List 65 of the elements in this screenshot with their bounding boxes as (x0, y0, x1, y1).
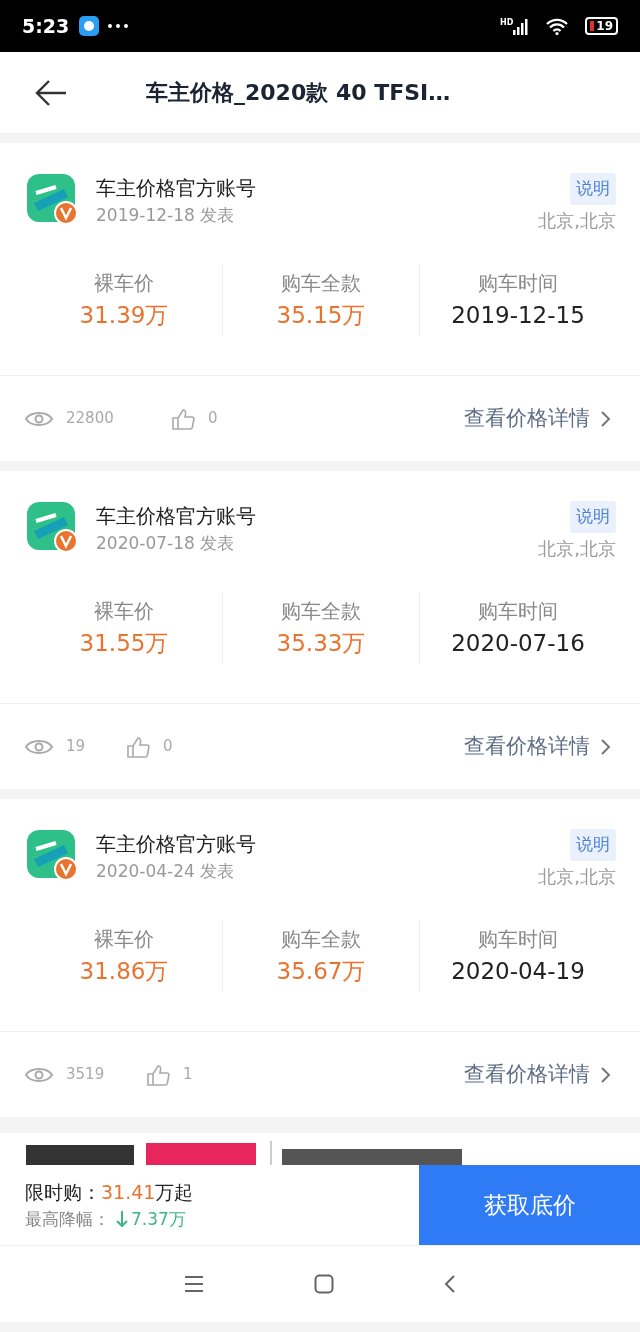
avatar-logo-icon (26, 501, 78, 553)
chevron-right-icon (600, 409, 612, 428)
page-title: 车主价格_2020款 40 TFSI… (146, 79, 451, 107)
stat-value: 31.39万 (78, 300, 170, 330)
stat-label: 购车时间 (477, 925, 559, 953)
stat-value: 35.33万 (275, 628, 367, 658)
view-count: 3519 (66, 1064, 106, 1086)
stat-label: 裸车价 (93, 597, 155, 625)
down-arrow-icon (116, 1210, 128, 1229)
chevron-right-icon (600, 737, 612, 756)
wifi-icon (545, 17, 570, 35)
stat-label: 购车时间 (477, 597, 559, 625)
price-details-link[interactable]: 查看价格详情 (464, 1058, 612, 1091)
location-text: 北京,北京 (538, 864, 616, 889)
author-name: 车主价格官方账号 (96, 175, 256, 202)
stat-value: 35.67万 (275, 956, 367, 986)
post-date: 2019-12-18 发表 (96, 204, 236, 227)
stat-value: 2019-12-15 (450, 300, 586, 330)
location-text: 北京,北京 (538, 208, 616, 233)
post-date: 2020-07-18 发表 (96, 532, 236, 555)
network-label: HD (499, 17, 514, 29)
like-count: 0 (163, 736, 173, 758)
limited-offer-text: 限时购：31.41万起 (25, 1180, 194, 1205)
back-nav-icon[interactable] (444, 1274, 456, 1294)
post-date: 2020-04-24 发表 (96, 860, 236, 883)
info-tag[interactable]: 说明 (570, 501, 616, 533)
lowest-price-button[interactable]: 获取底价 (419, 1165, 640, 1245)
price-details-link[interactable]: 查看价格详情 (464, 730, 612, 763)
max-drop-value: 7.37万 (131, 1207, 186, 1231)
max-drop-label: 最高降幅： (25, 1207, 110, 1231)
author-name: 车主价格官方账号 (96, 831, 256, 858)
location-text: 北京,北京 (538, 536, 616, 561)
stat-label: 裸车价 (93, 269, 155, 297)
more-icon (107, 23, 130, 29)
stat-label: 购车全款 (280, 925, 362, 953)
like-count: 0 (208, 408, 218, 430)
thumbs-up-icon[interactable] (146, 1063, 170, 1086)
menu-icon[interactable] (184, 1275, 204, 1293)
stat-label: 购车全款 (280, 269, 362, 297)
thumbs-up-icon[interactable] (171, 407, 195, 430)
info-tag[interactable]: 说明 (570, 173, 616, 205)
avatar-logo-icon (26, 173, 78, 225)
price-details-link[interactable]: 查看价格详情 (464, 402, 612, 435)
thumbs-up-icon[interactable] (126, 735, 150, 758)
stat-value: 2020-04-19 (450, 956, 586, 986)
like-count: 1 (183, 1064, 193, 1086)
battery-indicator: 19 (585, 17, 618, 35)
avatar-logo-icon (26, 829, 78, 881)
stat-label: 购车时间 (477, 269, 559, 297)
author-name: 车主价格官方账号 (96, 503, 256, 530)
stat-value: 31.86万 (78, 956, 170, 986)
info-tag[interactable]: 说明 (570, 829, 616, 861)
home-icon[interactable] (314, 1274, 334, 1294)
status-time: 5:23 (22, 13, 70, 39)
view-count: 19 (66, 736, 87, 758)
stat-value: 2020-07-16 (450, 628, 586, 658)
stat-value: 31.55万 (78, 628, 170, 658)
signal-icon (513, 17, 530, 35)
chevron-right-icon (600, 1065, 612, 1084)
stat-label: 购车全款 (280, 597, 362, 625)
stat-value: 35.15万 (275, 300, 367, 330)
back-icon[interactable] (34, 77, 68, 108)
view-count: 22800 (66, 408, 115, 430)
stat-label: 裸车价 (93, 925, 155, 953)
app-icon (79, 16, 100, 36)
